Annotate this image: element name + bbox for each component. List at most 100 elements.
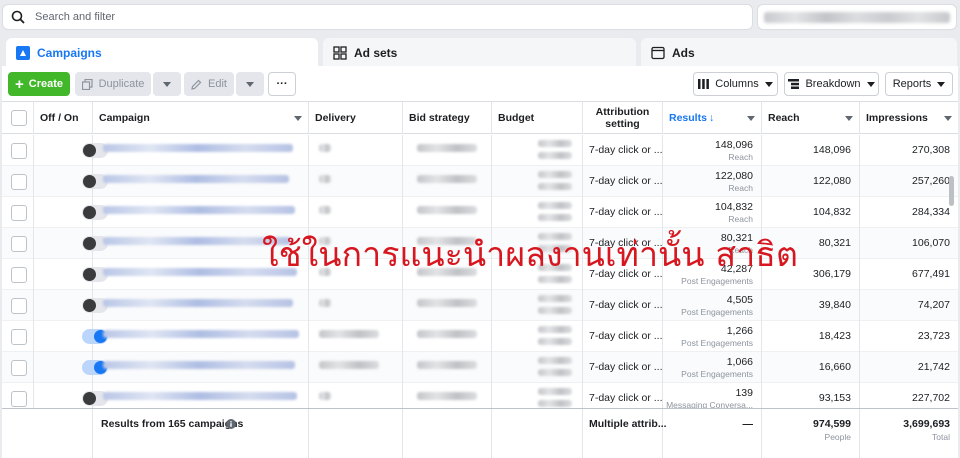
reports-button[interactable]: Reports xyxy=(885,72,953,96)
info-icon[interactable] xyxy=(226,419,236,429)
table-row[interactable]: 7-day click or ... 1,266 Post Engagements 1… xyxy=(2,321,958,352)
bid-strategy-redacted xyxy=(417,330,477,338)
row-checkbox[interactable] xyxy=(11,205,27,221)
reach-value: 122,080 xyxy=(813,175,851,187)
header-label: Campaign xyxy=(99,112,150,124)
delivery-redacted xyxy=(319,175,331,183)
delivery-cell xyxy=(309,166,403,197)
footer-attribution: Multiple attrib... xyxy=(589,418,667,430)
campaign-name-cell[interactable] xyxy=(93,197,309,228)
impressions-cell: 284,334 xyxy=(860,197,958,228)
reach-cell: 16,660 xyxy=(762,352,860,383)
impressions-cell: 270,308 xyxy=(860,135,958,166)
budget-redacted xyxy=(538,295,572,302)
duplicate-dropdown-button[interactable] xyxy=(153,72,181,96)
row-select-cell xyxy=(2,166,34,197)
results-value: 1,266 xyxy=(726,325,753,337)
tab-ads[interactable]: Ads xyxy=(641,38,957,68)
header-budget[interactable]: Budget xyxy=(492,102,583,134)
impressions-cell: 74,207 xyxy=(860,290,958,321)
header-attribution-setting[interactable]: Attribution setting xyxy=(583,102,663,134)
tab-ad-sets[interactable]: Ad sets xyxy=(323,38,636,68)
budget-redacted xyxy=(538,326,572,333)
results-cell: 1,266 Post Engagements xyxy=(663,321,762,352)
row-checkbox[interactable] xyxy=(11,236,27,252)
chevron-down-icon xyxy=(937,81,946,87)
table-row[interactable]: 7-day click or ... 1,066 Post Engagements 1… xyxy=(2,352,958,383)
row-checkbox[interactable] xyxy=(11,143,27,159)
table-row[interactable]: 7-day click or ... 104,832 Reach 104,832 284… xyxy=(2,197,958,228)
attribution-value: 7-day click or ... xyxy=(589,392,663,404)
result-type: Reach xyxy=(728,152,753,162)
table-scrollbar[interactable] xyxy=(949,176,954,206)
campaign-name-cell[interactable] xyxy=(93,166,309,197)
campaign-name-redacted[interactable] xyxy=(103,392,297,400)
row-checkbox[interactable] xyxy=(11,360,27,376)
edit-dropdown-button[interactable] xyxy=(236,72,264,96)
row-checkbox[interactable] xyxy=(11,391,27,407)
campaign-name-cell[interactable] xyxy=(93,321,309,352)
table-row[interactable]: 7-day click or ... 4,505 Post Engagements 3… xyxy=(2,290,958,321)
more-options-button[interactable]: ··· xyxy=(268,72,296,96)
search-bar[interactable]: Search and filter xyxy=(2,4,753,30)
budget-redacted xyxy=(538,357,572,364)
table-row[interactable]: 7-day click or ... 148,096 Reach 148,096 270… xyxy=(2,135,958,166)
header-bid-strategy[interactable]: Bid strategy xyxy=(403,102,492,134)
campaign-name-redacted[interactable] xyxy=(103,330,299,338)
more-icon: ··· xyxy=(276,78,288,90)
budget-cell xyxy=(492,290,583,321)
reach-value: 104,832 xyxy=(813,206,851,218)
header-results[interactable]: Results ↓ xyxy=(663,102,762,134)
select-all-checkbox[interactable] xyxy=(11,110,27,126)
edit-button[interactable]: Edit xyxy=(184,72,234,96)
result-type: Post Engagements xyxy=(681,338,753,348)
sort-caret-icon xyxy=(294,116,302,121)
bid-strategy-redacted xyxy=(417,299,477,307)
footer-summary-cell: Results from 165 campaigns xyxy=(93,409,309,458)
attribution-cell: 7-day click or ... xyxy=(583,166,663,197)
campaign-name-redacted[interactable] xyxy=(103,361,295,369)
results-cell: 148,096 Reach xyxy=(663,135,762,166)
columns-icon xyxy=(698,79,710,89)
grid-icon xyxy=(333,46,347,60)
impressions-value: 257,260 xyxy=(912,175,950,187)
search-icon xyxy=(11,10,25,24)
campaign-name-redacted[interactable] xyxy=(103,175,289,183)
campaign-name-cell[interactable] xyxy=(93,135,309,166)
campaign-name-redacted[interactable] xyxy=(103,206,295,214)
budget-redacted xyxy=(538,171,572,178)
row-checkbox[interactable] xyxy=(11,329,27,345)
result-type: Reach xyxy=(728,183,753,193)
account-selector[interactable] xyxy=(757,4,957,30)
search-input[interactable]: Search and filter xyxy=(35,11,115,23)
bid-strategy-cell xyxy=(403,166,492,197)
campaign-name-cell[interactable] xyxy=(93,352,309,383)
table-row[interactable]: 7-day click or ... 122,080 Reach 122,080 257… xyxy=(2,166,958,197)
delivery-cell xyxy=(309,321,403,352)
header-campaign[interactable]: Campaign xyxy=(93,102,309,134)
reach-value: 80,321 xyxy=(818,237,851,249)
campaign-name-redacted[interactable] xyxy=(103,144,293,152)
create-button[interactable]: + Create xyxy=(8,72,70,96)
bid-strategy-redacted xyxy=(417,206,477,214)
header-label-line1: Attribution xyxy=(595,106,650,118)
row-checkbox[interactable] xyxy=(11,267,27,283)
table-footer: Results from 165 campaigns Multiple attr… xyxy=(2,408,958,458)
tab-campaigns[interactable]: Campaigns xyxy=(6,38,318,68)
result-type: Post Engagements xyxy=(681,307,753,317)
breakdown-icon xyxy=(788,79,800,89)
columns-button[interactable]: Columns xyxy=(693,72,778,96)
header-reach[interactable]: Reach xyxy=(762,102,860,134)
budget-cell xyxy=(492,166,583,197)
campaign-name-redacted[interactable] xyxy=(103,299,293,307)
header-delivery[interactable]: Delivery xyxy=(309,102,403,134)
reach-cell: 122,080 xyxy=(762,166,860,197)
row-checkbox[interactable] xyxy=(11,174,27,190)
breakdown-button[interactable]: Breakdown xyxy=(784,72,879,96)
row-checkbox[interactable] xyxy=(11,298,27,314)
campaign-name-cell[interactable] xyxy=(93,290,309,321)
results-value: 122,080 xyxy=(715,170,753,182)
bid-strategy-cell xyxy=(403,197,492,228)
duplicate-button[interactable]: Duplicate xyxy=(75,72,151,96)
header-impressions[interactable]: Impressions xyxy=(860,102,958,134)
